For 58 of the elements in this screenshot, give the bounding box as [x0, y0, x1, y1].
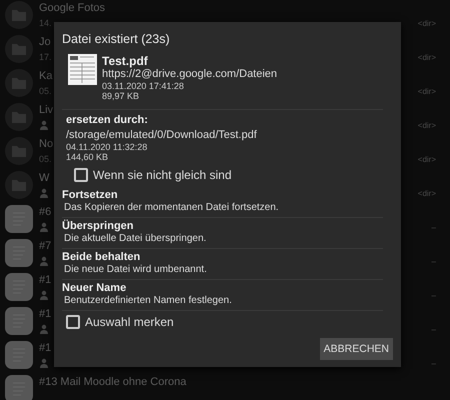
file-name: Liv — [39, 103, 54, 117]
file-type: – — [432, 290, 437, 300]
option-title[interactable]: Neuer Name — [62, 282, 126, 295]
file-name: #6 — [39, 205, 52, 219]
folder-icon — [5, 137, 33, 165]
file-type: <dir> — [418, 188, 437, 198]
file-name: #1 — [39, 273, 52, 287]
file-type: <dir> — [418, 86, 437, 96]
file-size: 144,60 KB — [66, 152, 110, 162]
option-title[interactable]: Fortsetzen — [62, 189, 118, 202]
option-description: Die aktuelle Datei überspringen. — [63, 233, 206, 245]
folder-icon — [5, 171, 33, 199]
checkbox[interactable] — [74, 168, 88, 182]
document-thumbnail-icon — [5, 273, 33, 301]
file-location: https://2@drive.google.com/Dateien — [102, 68, 278, 81]
document-thumbnail-icon — [5, 307, 33, 335]
checkbox-label: Wenn sie nicht gleich sind — [93, 168, 232, 182]
option-description: Das Kopieren der momentanen Datei fortsetzen. — [63, 202, 279, 214]
document-thumbnail-icon — [5, 239, 33, 267]
file-name: Jo — [39, 35, 51, 49]
folder-icon — [5, 35, 33, 63]
document-thumbnail-icon — [5, 205, 33, 233]
file-name: Test.pdf — [102, 54, 149, 68]
file-name: #7 — [39, 239, 52, 253]
cancel-button[interactable]: ABBRECHEN — [320, 338, 393, 360]
document-thumbnail-icon — [68, 54, 97, 85]
file-type: – — [432, 324, 437, 334]
file-type: <dir> — [418, 52, 437, 62]
folder-icon — [5, 69, 33, 97]
file-name: W — [39, 171, 50, 185]
option-title[interactable]: Beide behalten — [62, 251, 140, 264]
folder-icon — [5, 103, 33, 131]
option-description: Benutzerdefinierten Namen festlegen. — [63, 295, 232, 307]
folder-icon — [5, 1, 33, 29]
file-type: – — [432, 222, 437, 232]
file-name: #1 — [39, 307, 52, 321]
checkbox-label: Auswahl merken — [85, 315, 174, 329]
file-date: 04.11.2020 11:32:28 — [66, 142, 148, 152]
document-thumbnail-icon — [5, 341, 33, 369]
file-type: <dir> — [418, 120, 437, 130]
file-location: /storage/emulated/0/Download/Test.pdf — [66, 129, 258, 142]
file-name: Ka — [39, 69, 52, 83]
file-type: <dir> — [418, 18, 437, 28]
option-title[interactable]: Überspringen — [62, 220, 134, 233]
checkbox[interactable] — [66, 315, 80, 329]
file-size: 89,97 KB — [102, 91, 140, 101]
option-description: Die neue Datei wird umbenannt. — [63, 264, 207, 276]
file-type: – — [432, 256, 437, 266]
file-type: – — [432, 358, 437, 368]
file-type: <dir> — [418, 154, 437, 164]
document-thumbnail-icon — [5, 375, 33, 400]
replace-label: ersetzen durch: — [66, 114, 149, 126]
file-name: No — [39, 137, 54, 151]
file-name: Google Fotos — [39, 1, 106, 15]
file-name: #13 Mail Moodle ohne Corona — [39, 375, 186, 389]
file-date: 03.11.2020 17:41:28 — [102, 81, 185, 91]
dialog-title: Datei existiert (23s) — [62, 32, 171, 46]
file-name: #1 — [39, 341, 52, 355]
